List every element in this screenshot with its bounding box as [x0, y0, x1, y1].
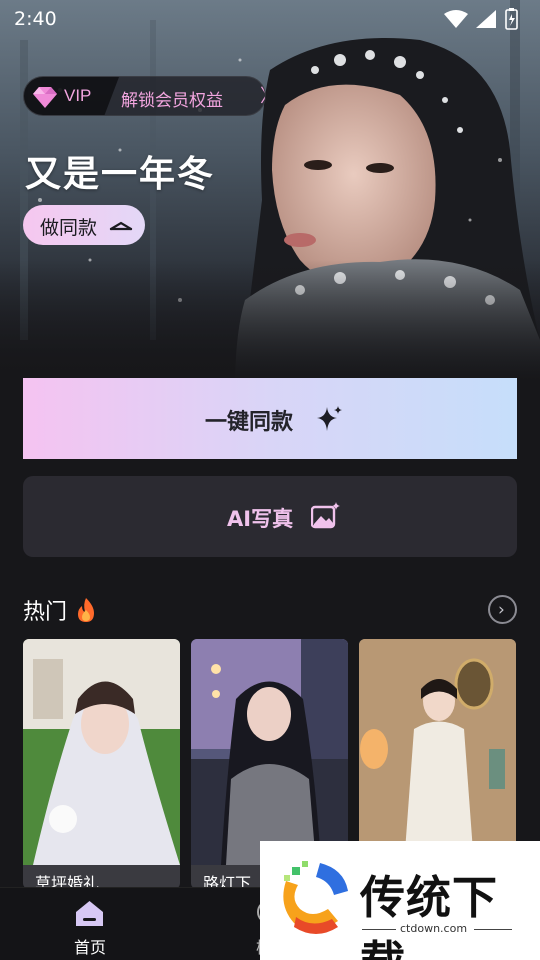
nav-tab-home[interactable]: 首页	[45, 888, 135, 960]
template-card[interactable]: 草坪婚礼	[23, 639, 180, 889]
ai-portrait-label: AI写真	[227, 507, 294, 531]
image-sparkle-icon	[311, 502, 340, 529]
vip-label: VIP	[64, 86, 92, 105]
one-key-same-button[interactable]: 一键同款	[23, 378, 517, 459]
chevron-right-icon: ›	[498, 600, 505, 620]
divider	[362, 929, 396, 930]
watermark-title: 传统下载	[360, 871, 499, 960]
status-time: 2:40	[14, 8, 57, 30]
make-same-label: 做同款	[40, 217, 98, 239]
vip-badge: VIP	[24, 77, 119, 115]
status-icons	[444, 8, 518, 30]
signal-icon	[476, 10, 496, 28]
watermark: 传统下载 ctdown.com	[260, 841, 540, 960]
hero-banner[interactable]: 2:40 VIP 解锁会员权益 〉 又是一年冬 做同款	[0, 0, 540, 380]
card-image	[191, 639, 348, 865]
wifi-icon	[444, 10, 468, 28]
one-key-label: 一键同款	[205, 410, 294, 435]
vip-unlock-button[interactable]: VIP 解锁会员权益 〉	[23, 76, 266, 116]
hot-more-button[interactable]: ›	[488, 595, 517, 624]
make-same-button[interactable]: 做同款	[23, 205, 145, 245]
home-icon	[76, 901, 103, 926]
sparkle-icon	[317, 406, 342, 431]
divider	[474, 929, 512, 930]
vip-benefits-text: 解锁会员权益	[121, 91, 223, 111]
ai-portrait-button[interactable]: AI写真	[23, 476, 517, 557]
hot-section-title: 热门	[23, 600, 68, 625]
banner-title: 又是一年冬	[25, 154, 216, 195]
status-bar: 2:40	[0, 0, 540, 38]
card-caption: 草坪婚礼	[23, 865, 180, 889]
gem-icon	[33, 87, 57, 108]
watermark-logo-icon	[283, 861, 348, 934]
card-image	[23, 639, 180, 865]
card-image	[359, 639, 516, 865]
arrow-right-icon	[109, 221, 133, 231]
fire-icon	[78, 598, 94, 622]
nav-home-label: 首页	[74, 938, 107, 957]
watermark-url: ctdown.com	[400, 922, 468, 935]
hero-fade	[0, 260, 540, 380]
